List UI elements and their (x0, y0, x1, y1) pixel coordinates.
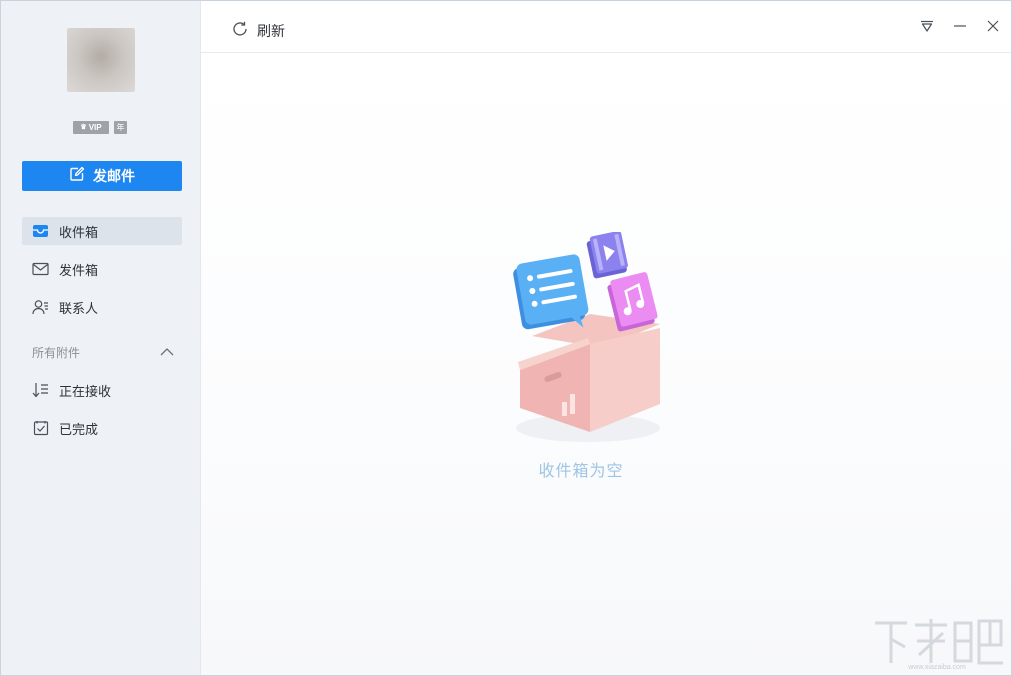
compose-button[interactable]: 发邮件 (22, 161, 182, 191)
refresh-label: 刷新 (257, 24, 285, 40)
main-panel: 刷新 收件箱为空 www.xiazaiba.com (201, 1, 1011, 675)
sidebar-item-contacts[interactable]: 联系人 (22, 293, 182, 321)
vip-crown-icon: ♛ (80, 124, 87, 131)
receiving-icon (32, 382, 49, 399)
attachments-header-label: 所有附件 (32, 345, 81, 360)
sidebar-item-label: 收件箱 (59, 225, 99, 241)
sidebar-item-label: 正在接收 (59, 384, 112, 400)
sidebar-item-outbox[interactable]: 发件箱 (22, 255, 182, 283)
user-badges: ♛ VIP 年 (73, 121, 127, 134)
sidebar-item-receiving[interactable]: 正在接收 (22, 376, 182, 404)
minimize-icon (954, 25, 966, 27)
envelope-icon (32, 261, 49, 278)
attachments-section-header[interactable]: 所有附件 (32, 342, 182, 362)
vip-badge: ♛ VIP (73, 121, 109, 134)
sidebar-item-label: 已完成 (59, 422, 99, 438)
empty-box-illustration (513, 232, 660, 442)
dropdown-menu-button[interactable] (918, 17, 936, 35)
refresh-button[interactable]: 刷新 (231, 20, 285, 42)
sidebar-item-completed[interactable]: 已完成 (22, 414, 182, 442)
mail-app-window: ♛ VIP 年 发邮件 收件箱 发件箱 联系人 所有附件 正在接收 已完成 刷新… (1, 1, 1011, 675)
empty-state-label: 收件箱为空 (538, 461, 624, 480)
sidebar: ♛ VIP 年 发邮件 收件箱 发件箱 联系人 所有附件 正在接收 已完成 (1, 1, 201, 675)
inbox-icon (32, 223, 49, 240)
toolbar: 刷新 (201, 1, 1011, 53)
watermark-logo: www.xiazaiba.com (875, 619, 1003, 671)
close-icon (987, 20, 999, 32)
sidebar-item-label: 发件箱 (59, 263, 99, 279)
contacts-icon (32, 299, 49, 316)
sidebar-item-inbox[interactable]: 收件箱 (22, 217, 182, 245)
vip-badge-label: VIP (88, 123, 102, 132)
avatar[interactable] (67, 28, 135, 92)
mail-list-area: 收件箱为空 www.xiazaiba.com (201, 54, 1011, 675)
refresh-icon (231, 20, 249, 42)
svg-text:www.xiazaiba.com: www.xiazaiba.com (907, 664, 966, 671)
checkbox-icon (32, 420, 49, 437)
empty-state-message: 收件箱为空 (201, 457, 1011, 481)
close-button[interactable] (984, 17, 1002, 35)
triangle-menu-icon (921, 20, 933, 32)
sidebar-item-label: 联系人 (59, 301, 99, 317)
compose-icon (69, 166, 85, 186)
compose-label: 发邮件 (93, 169, 135, 185)
year-badge: 年 (114, 121, 127, 134)
chevron-up-icon[interactable] (160, 345, 174, 359)
minimize-button[interactable] (951, 17, 969, 35)
